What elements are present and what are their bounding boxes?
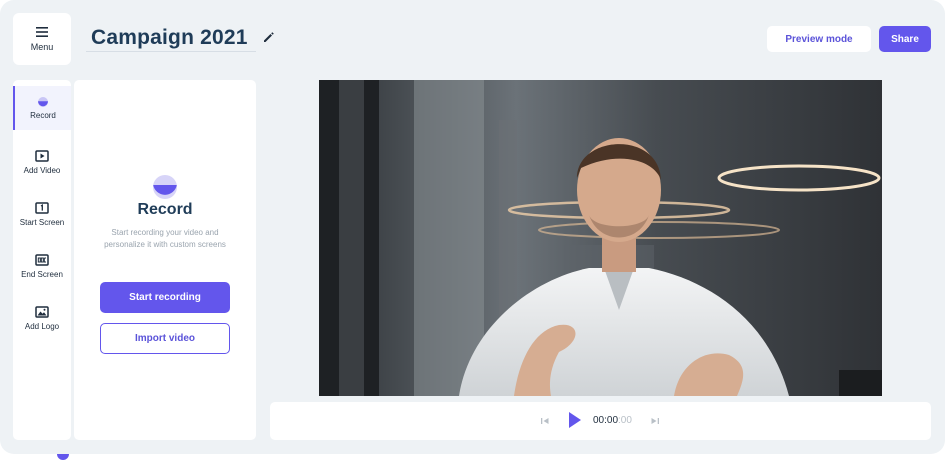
panel-title: Record (137, 201, 193, 218)
skip-next-icon[interactable] (650, 416, 660, 426)
share-button[interactable]: Share (879, 26, 931, 52)
skip-previous-icon[interactable] (540, 416, 550, 426)
sidebar-item-label: End Screen (21, 269, 63, 279)
start-screen-icon (35, 201, 49, 214)
time-fraction: :00 (618, 415, 632, 426)
sidebar-item-label: Start Screen (19, 217, 65, 227)
import-video-button[interactable]: Import video (100, 323, 230, 354)
record-indicator-icon (57, 454, 69, 460)
player-controls: 00:00:00 (270, 402, 931, 440)
menu-button[interactable]: Menu (13, 13, 71, 65)
title-field[interactable]: Campaign 2021 (86, 24, 256, 52)
time-current: 00:00 (593, 415, 619, 426)
record-panel: Record Start recording your video and pe… (74, 80, 256, 440)
playback-time: 00:00:00 (593, 415, 632, 426)
hamburger-icon (36, 26, 48, 37)
video-frame-image (319, 80, 882, 396)
video-preview[interactable] (319, 80, 882, 396)
sidebar-item-end-screen[interactable]: End Screen (13, 244, 71, 288)
record-icon (153, 175, 177, 199)
menu-label: Menu (30, 41, 54, 52)
sidebar-item-record[interactable]: Record (13, 86, 71, 130)
sidebar-item-add-logo[interactable]: Add Logo (13, 296, 71, 340)
pencil-icon[interactable] (262, 30, 276, 44)
panel-description: Start recording your video and personali… (104, 228, 226, 249)
sidebar-item-add-video[interactable]: Add Video (13, 140, 71, 184)
play-icon[interactable] (568, 411, 582, 429)
preview-mode-button[interactable]: Preview mode (767, 26, 871, 52)
sidebar-item-label: Add Video (23, 165, 61, 175)
image-icon (35, 305, 49, 318)
sidebar-item-start-screen[interactable]: Start Screen (13, 192, 71, 236)
sidebar-item-label: Record (30, 110, 56, 120)
record-icon (38, 96, 48, 107)
start-recording-button[interactable]: Start recording (100, 282, 230, 313)
page-title: Campaign 2021 (91, 25, 248, 49)
tool-sidebar: Record Add Video Start Screen End Screen… (13, 80, 71, 440)
sidebar-item-label: Add Logo (24, 321, 60, 331)
end-screen-icon (35, 253, 49, 266)
video-play-icon (35, 149, 49, 162)
